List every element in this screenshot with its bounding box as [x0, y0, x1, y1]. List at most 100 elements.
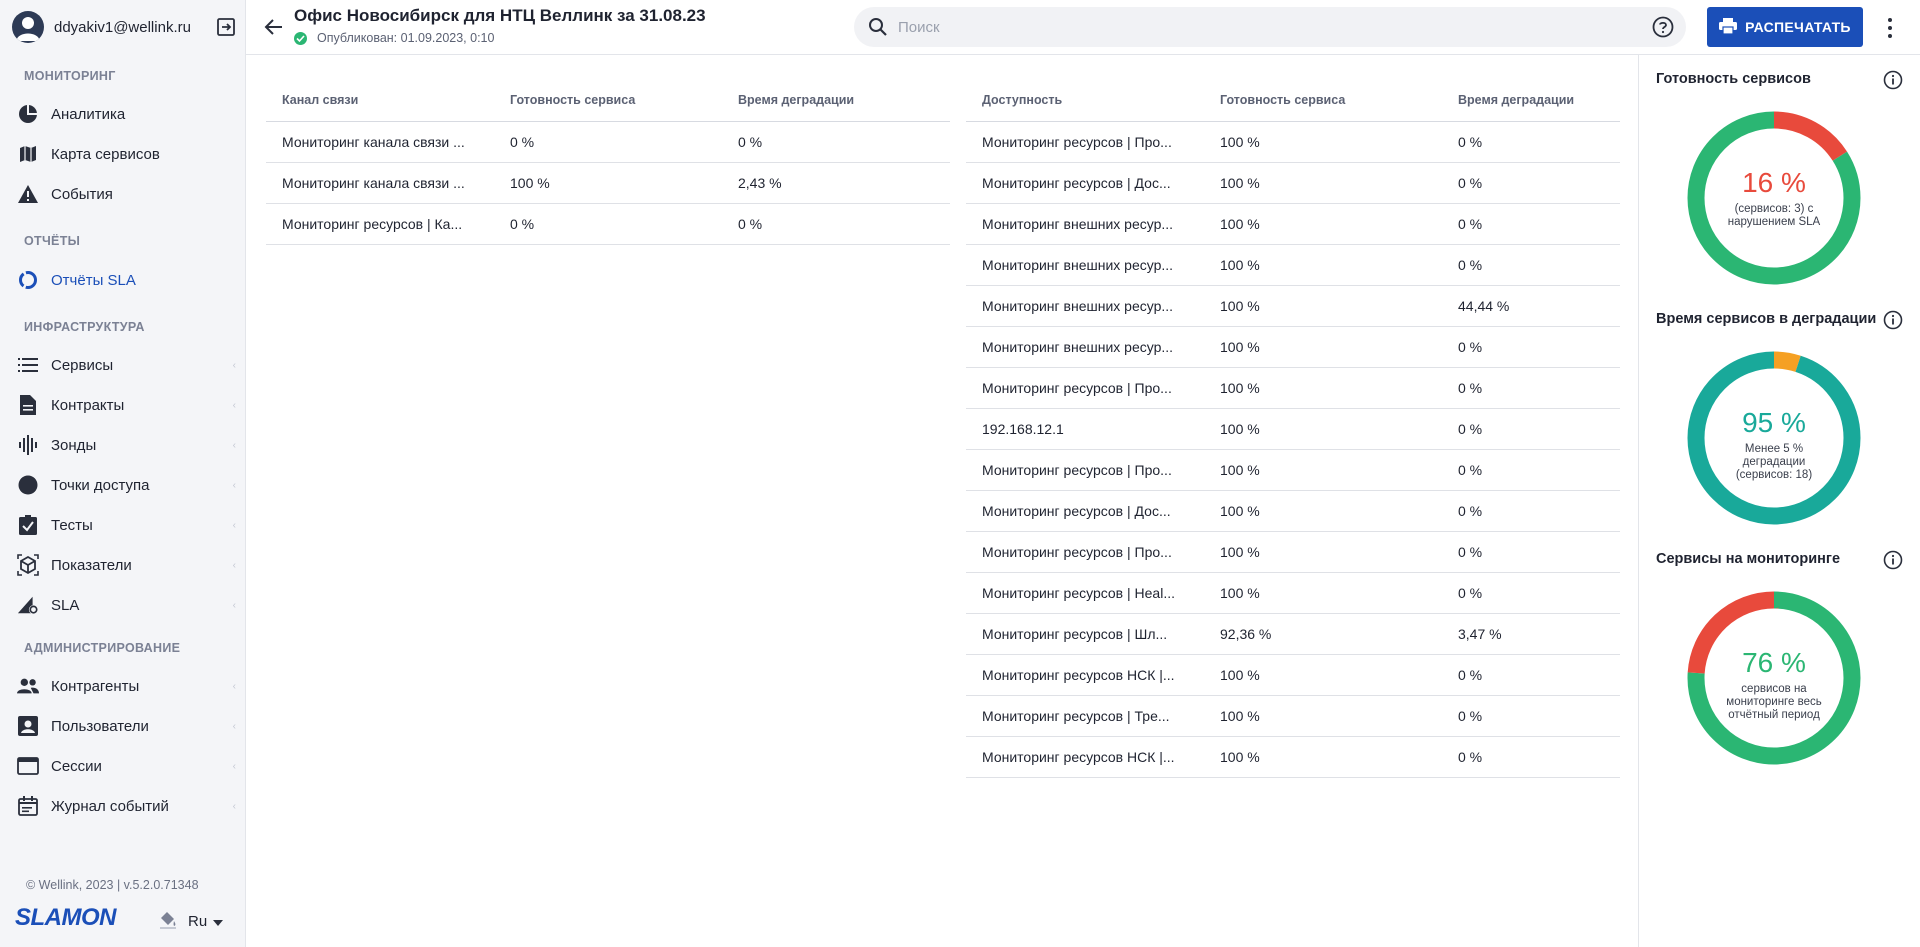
sidebar: ddyakiv1@wellink.ru МОНИТОРИНГ Аналитика… — [0, 0, 246, 947]
table-cell: 100 % — [1220, 421, 1260, 437]
donut-label: 76 % сервисов на мониторинге весь отчётн… — [1686, 647, 1862, 722]
table-row[interactable]: Мониторинг внешних ресур... 100 % 0 % — [966, 327, 1620, 368]
table-row[interactable]: Мониторинг ресурсов | Ка... 0 % 0 % — [266, 204, 950, 245]
caret-down-icon — [213, 913, 224, 931]
column-header[interactable]: Время деградации — [722, 93, 950, 107]
warning-icon — [17, 183, 39, 205]
table-cell: 0 % — [510, 216, 535, 232]
top-bar: Офис Новосибирск для НТЦ Веллинк за 31.0… — [246, 0, 1920, 55]
chevron-left-icon: ‹ — [232, 800, 236, 812]
donut-label: 95 % Менее 5 % деградации (сервисов: 18) — [1686, 407, 1862, 482]
table-row[interactable]: Мониторинг ресурсов | Про... 100 % 0 % — [966, 368, 1620, 409]
table-cell: 100 % — [1220, 462, 1260, 478]
nav-item-service-map[interactable]: Карта сервисов — [0, 136, 246, 172]
table-cell: Мониторинг ресурсов | Дос... — [982, 175, 1171, 191]
table-cell: 0 % — [1458, 339, 1483, 355]
info-icon[interactable] — [1883, 70, 1903, 90]
table-cell: 100 % — [1220, 175, 1260, 191]
card-title-monitoring: Сервисы на мониторинге — [1656, 551, 1841, 567]
window-icon — [17, 755, 39, 777]
nav-item-users[interactable]: Пользователи ‹ — [0, 708, 246, 744]
column-header[interactable]: Готовность сервиса — [1204, 93, 1442, 107]
paint-bucket-icon — [158, 909, 178, 934]
table-cell: 0 % — [1458, 585, 1483, 601]
more-vert-icon[interactable] — [1879, 16, 1901, 40]
table-row[interactable]: Мониторинг внешних ресур... 100 % 0 % — [966, 245, 1620, 286]
search-input[interactable] — [898, 7, 1598, 47]
avatar[interactable] — [12, 11, 44, 43]
nav-item-access-points[interactable]: Точки доступа ‹ — [0, 467, 246, 503]
user-email: ddyakiv1@wellink.ru — [54, 18, 191, 36]
column-header[interactable]: Канал связи — [266, 93, 494, 107]
print-button[interactable]: РАСПЕЧАТАТЬ — [1707, 7, 1863, 47]
chevron-left-icon: ‹ — [232, 760, 236, 772]
nav-item-events[interactable]: События — [0, 176, 246, 212]
table-row[interactable]: Мониторинг внешних ресур... 100 % 44,44 % — [966, 286, 1620, 327]
language-label: Ru — [188, 913, 208, 930]
search-icon — [868, 17, 888, 42]
table-row[interactable]: Мониторинг ресурсов НСК |... 100 % 0 % — [966, 655, 1620, 696]
nav-item-sla-reports[interactable]: Отчёты SLA — [0, 262, 246, 298]
donut-label: 16 % (сервисов: 3) с нарушением SLA — [1686, 167, 1862, 229]
table-cell: 44,44 % — [1458, 298, 1510, 314]
table-cell: 100 % — [1220, 134, 1260, 150]
table-cell: 100 % — [1220, 339, 1260, 355]
language-selector[interactable]: Ru — [158, 909, 224, 934]
nav-item-sla[interactable]: SLA ‹ — [0, 587, 246, 623]
table-row[interactable]: Мониторинг ресурсов | Дос... 100 % 0 % — [966, 491, 1620, 532]
nav-label: Сессии — [51, 757, 102, 775]
table-row[interactable]: Мониторинг ресурсов | Про... 100 % 0 % — [966, 122, 1620, 163]
table-cell: Мониторинг ресурсов | Heal... — [982, 585, 1175, 601]
donut-description: Менее 5 % деградации (сервисов: 18) — [1735, 443, 1813, 481]
back-arrow-icon[interactable] — [262, 15, 286, 39]
user-badge-icon — [17, 715, 39, 737]
table-cell: 0 % — [1458, 544, 1483, 560]
nav-item-counterparties[interactable]: Контрагенты ‹ — [0, 668, 246, 704]
table-row[interactable]: Мониторинг ресурсов | Тре... 100 % 0 % — [966, 696, 1620, 737]
table-row[interactable]: Мониторинг канала связи ... 100 % 2,43 % — [266, 163, 950, 204]
search-bar — [854, 7, 1686, 47]
people-icon — [17, 675, 39, 697]
table-row[interactable]: Мониторинг канала связи ... 0 % 0 % — [266, 122, 950, 163]
table-cell: 100 % — [1220, 708, 1260, 724]
table-cell: 100 % — [1220, 749, 1260, 765]
table-cell: 100 % — [1220, 585, 1260, 601]
table-row[interactable]: Мониторинг ресурсов | Про... 100 % 0 % — [966, 532, 1620, 573]
table-cell: Мониторинг ресурсов НСК |... — [982, 749, 1175, 765]
info-icon[interactable] — [1883, 550, 1903, 570]
column-header[interactable]: Доступность — [966, 93, 1204, 107]
table-body: Мониторинг канала связи ... 0 % 0 % Монитор… — [266, 122, 950, 245]
donut-value: 76 % — [1742, 647, 1806, 678]
table-cell: 0 % — [1458, 134, 1483, 150]
nav-item-contracts[interactable]: Контракты ‹ — [0, 387, 246, 423]
logout-icon[interactable] — [214, 15, 238, 39]
nav-label: Показатели — [51, 556, 132, 574]
nav-item-services[interactable]: Сервисы ‹ — [0, 347, 246, 383]
table-cell: Мониторинг ресурсов | Про... — [982, 380, 1172, 396]
nav-item-sessions[interactable]: Сессии ‹ — [0, 748, 246, 784]
info-icon[interactable] — [1883, 310, 1903, 330]
column-header[interactable]: Время деградации — [1442, 93, 1620, 107]
nav-item-tests[interactable]: Тесты ‹ — [0, 507, 246, 543]
table-cell: 100 % — [1220, 298, 1260, 314]
card-title-degradation: Время сервисов в деградации — [1656, 311, 1877, 327]
nav-item-event-log[interactable]: Журнал событий ‹ — [0, 788, 246, 824]
table-row[interactable]: Мониторинг ресурсов | Heal... 100 % 0 % — [966, 573, 1620, 614]
copyright: © Wellink, 2023 | v.5.2.0.71348 — [26, 878, 199, 892]
card-title-readiness: Готовность сервисов — [1656, 71, 1811, 87]
nav-label: Карта сервисов — [51, 145, 160, 163]
nav-item-metrics[interactable]: Показатели ‹ — [0, 547, 246, 583]
help-icon[interactable] — [1652, 16, 1674, 38]
table-row[interactable]: 192.168.12.1 100 % 0 % — [966, 409, 1620, 450]
column-header[interactable]: Готовность сервиса — [494, 93, 722, 107]
chevron-left-icon: ‹ — [232, 559, 236, 571]
table-row[interactable]: Мониторинг ресурсов НСК |... 100 % 0 % — [966, 737, 1620, 778]
table-row[interactable]: Мониторинг ресурсов | Про... 100 % 0 % — [966, 450, 1620, 491]
table-cell: 0 % — [1458, 380, 1483, 396]
summary-panel: Готовность сервисов 16 % (сервисов: 3) с… — [1638, 55, 1920, 947]
nav-item-probes[interactable]: Зонды ‹ — [0, 427, 246, 463]
table-row[interactable]: Мониторинг ресурсов | Шл... 92,36 % 3,47 % — [966, 614, 1620, 655]
nav-item-analytics[interactable]: Аналитика — [0, 96, 246, 132]
table-row[interactable]: Мониторинг ресурсов | Дос... 100 % 0 % — [966, 163, 1620, 204]
table-row[interactable]: Мониторинг внешних ресур... 100 % 0 % — [966, 204, 1620, 245]
